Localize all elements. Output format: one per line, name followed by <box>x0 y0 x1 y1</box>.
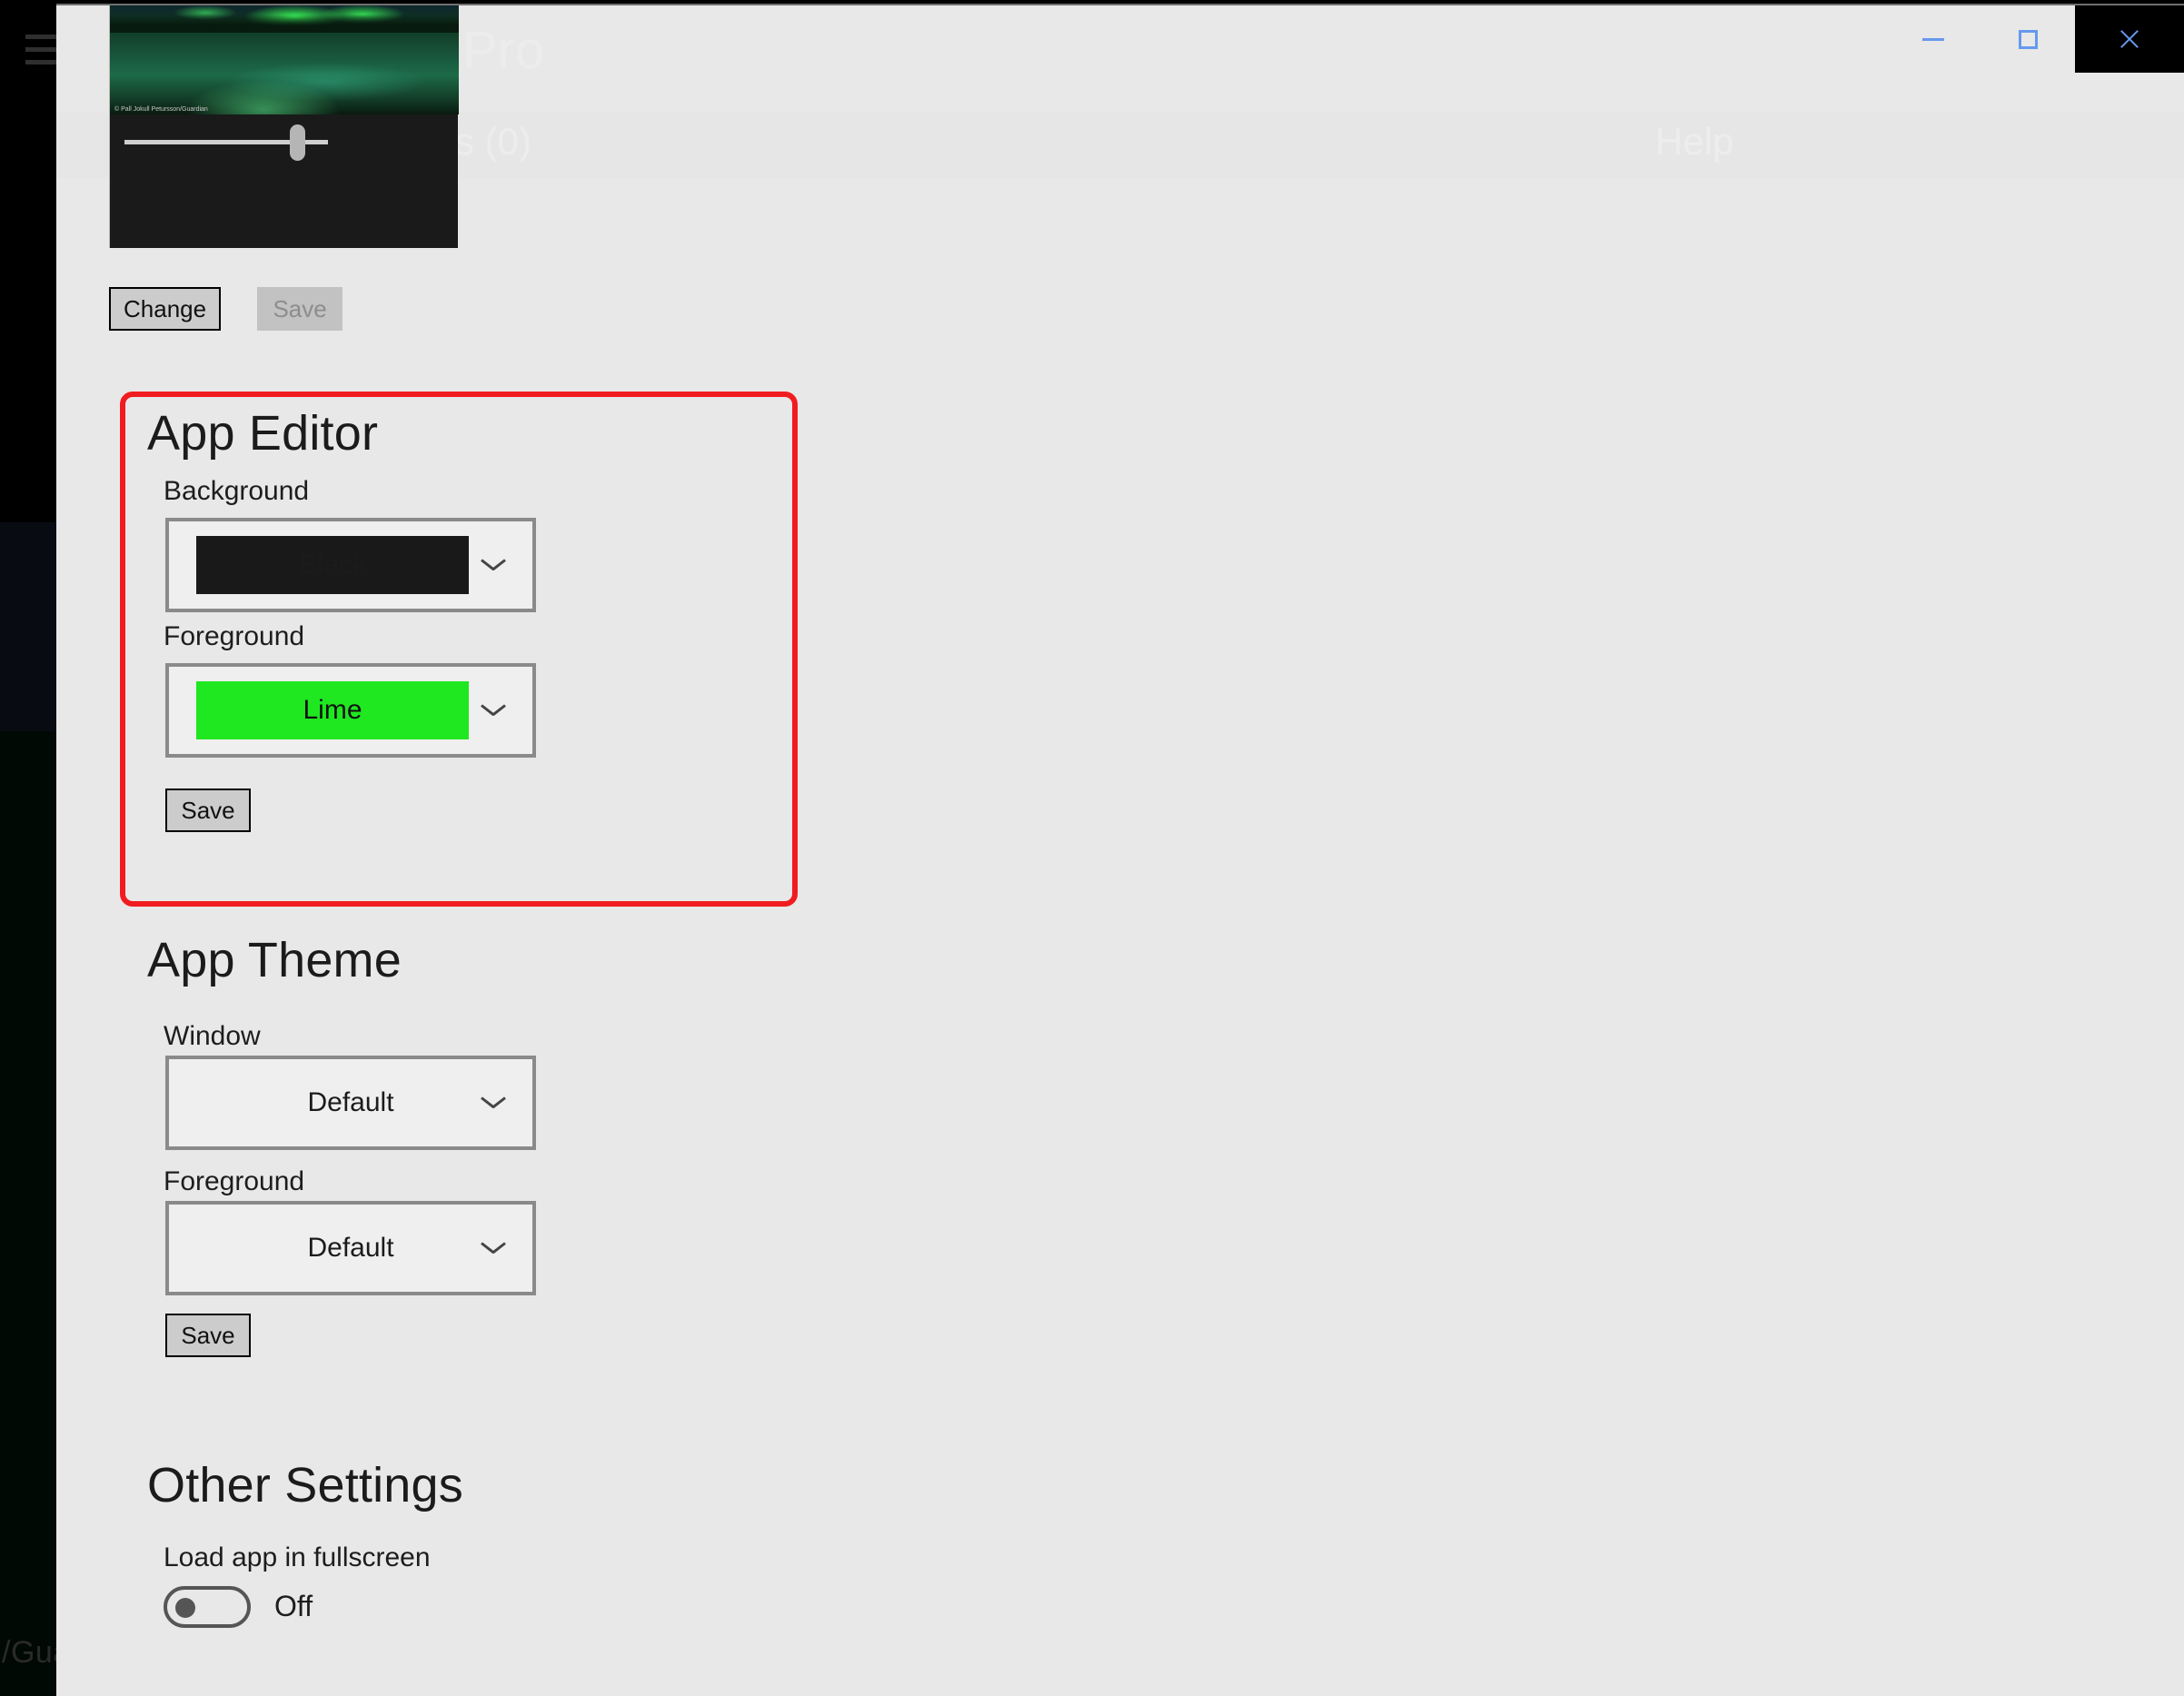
app-editor-foreground-label: Foreground <box>164 621 305 651</box>
minimize-icon <box>1922 37 1944 41</box>
app-editor-background-label: Background <box>164 476 310 506</box>
tab-help-ghost[interactable]: Help <box>1655 120 1733 164</box>
app-theme-foreground-label: Foreground <box>164 1166 305 1196</box>
app-window: Pro Your Apps (0) Help © Pall Jokull Pet <box>56 4 2184 1696</box>
hamburger-menu-icon[interactable] <box>25 35 60 67</box>
photo-credit: © Pall Jokull Petursson/Guardian <box>114 106 208 113</box>
close-button[interactable] <box>2075 5 2184 73</box>
treeline <box>110 15 459 33</box>
close-icon <box>2118 27 2141 51</box>
app-editor-background-select[interactable]: Black <box>165 518 536 612</box>
brightness-slider-thumb[interactable] <box>290 124 305 161</box>
app-editor-save-button[interactable]: Save <box>165 788 251 832</box>
fullscreen-toggle[interactable] <box>164 1586 251 1628</box>
app-theme-foreground-value: Default <box>307 1233 394 1263</box>
foreground-color-swatch: Lime <box>196 681 469 739</box>
chevron-down-icon <box>481 1096 505 1110</box>
hamburger-bar <box>25 60 60 64</box>
app-theme-save-button[interactable]: Save <box>165 1314 251 1357</box>
foreground-select-value: Lime <box>303 695 362 725</box>
fullscreen-setting-label: Load app in fullscreen <box>164 1542 431 1572</box>
app-theme-window-label: Window <box>164 1021 261 1051</box>
backdrop-band-bottom <box>0 731 56 1696</box>
wallpaper-image: © Pall Jokull Petursson/Guardian <box>110 5 459 114</box>
hamburger-bar <box>25 47 60 52</box>
wallpaper-preview: © Pall Jokull Petursson/Guardian <box>109 5 459 248</box>
change-button[interactable]: Change <box>109 287 222 331</box>
window-controls <box>1886 5 2184 73</box>
background-select-value: Black <box>299 550 366 580</box>
chevron-down-icon <box>481 1242 505 1255</box>
backdrop-band-top <box>0 0 56 522</box>
image-save-button: Save <box>257 287 343 331</box>
backdrop-band-mid <box>0 522 56 731</box>
hamburger-bar <box>25 35 60 39</box>
maximize-icon <box>2018 29 2038 49</box>
app-theme-foreground-select[interactable]: Default <box>165 1201 536 1295</box>
chevron-down-icon <box>481 559 505 572</box>
screen: /Guardian Pro Your Apps (0) Help <box>0 0 2184 1696</box>
app-theme-window-value: Default <box>307 1087 394 1117</box>
app-editor-title: App Editor <box>147 406 379 461</box>
chevron-down-icon <box>481 704 505 718</box>
maximize-button[interactable] <box>1980 5 2075 73</box>
background-color-swatch: Black <box>196 536 469 594</box>
app-theme-title: App Theme <box>147 933 402 987</box>
minimize-button[interactable] <box>1886 5 1980 73</box>
toggle-knob <box>175 1598 195 1618</box>
app-theme-window-select[interactable]: Default <box>165 1056 536 1150</box>
other-settings-title: Other Settings <box>147 1458 463 1513</box>
fullscreen-toggle-state: Off <box>274 1590 313 1622</box>
app-editor-foreground-select[interactable]: Lime <box>165 663 536 758</box>
image-action-row: Change Save <box>109 287 343 331</box>
app-title-ghost: Pro <box>462 21 545 80</box>
